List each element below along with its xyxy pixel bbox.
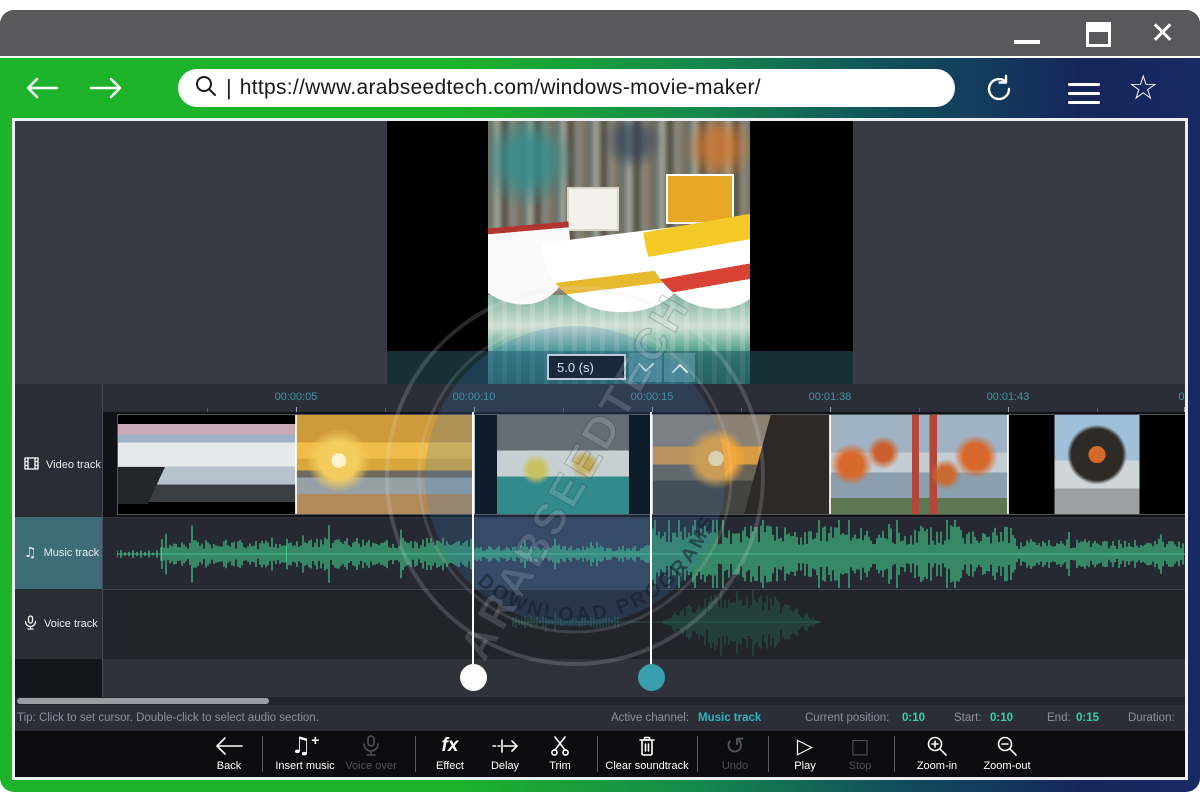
back-arrow-icon bbox=[185, 733, 273, 759]
start-value: 0:10 bbox=[990, 712, 1013, 724]
status-tip: Tip: Click to set cursor. Double-click t… bbox=[17, 712, 319, 724]
track-label-video[interactable]: Video track bbox=[15, 412, 103, 517]
forward-nav-icon[interactable] bbox=[88, 74, 124, 107]
zoom-out-icon bbox=[963, 733, 1051, 759]
back-nav-icon[interactable] bbox=[24, 74, 60, 107]
active-channel-label: Active channel: bbox=[611, 712, 689, 724]
music-note-icon: ♫ bbox=[24, 545, 37, 561]
ruler-timestamp: 00:01:38 bbox=[809, 391, 852, 403]
track-label-text: Video track bbox=[46, 459, 101, 471]
editor-toolbar: Back ♫+ Insert music Voice over bbox=[15, 731, 1185, 777]
maximize-icon[interactable] bbox=[1086, 22, 1111, 47]
ruler-timestamp: 00:01:43 bbox=[987, 391, 1030, 403]
playhead-line-start[interactable] bbox=[472, 412, 474, 664]
playhead-line-end[interactable] bbox=[650, 412, 652, 664]
microphone-icon bbox=[24, 615, 37, 634]
minimize-icon[interactable] bbox=[1014, 40, 1040, 44]
playhead-handle-start[interactable] bbox=[460, 664, 487, 691]
search-icon bbox=[194, 74, 218, 103]
bookmark-star-icon[interactable]: ☆ bbox=[1128, 68, 1158, 108]
preview-image-boats bbox=[488, 121, 750, 384]
duration-label: Duration: bbox=[1128, 712, 1175, 724]
back-button[interactable]: Back bbox=[185, 733, 273, 772]
voice-track-row[interactable] bbox=[103, 589, 1185, 659]
start-label: Start: bbox=[954, 712, 981, 724]
menu-icon[interactable] bbox=[1068, 77, 1100, 110]
duration-decrease-button[interactable] bbox=[629, 353, 662, 382]
duration-input[interactable] bbox=[547, 354, 626, 380]
preview-section bbox=[15, 121, 1185, 384]
clip-thumbnail-3[interactable] bbox=[474, 415, 652, 514]
url-cursor: | bbox=[226, 75, 232, 101]
end-value: 0:15 bbox=[1076, 712, 1099, 724]
ruler-timestamp: 00: bbox=[1178, 391, 1188, 403]
browser-toolbar: | https://www.arabseedtech.com/windows-m… bbox=[0, 60, 1200, 116]
playhead-handle-end[interactable] bbox=[638, 664, 665, 691]
clip-thumbnail-5[interactable] bbox=[830, 415, 1008, 514]
refresh-icon[interactable] bbox=[984, 74, 1014, 109]
clip-thumbnail-4[interactable] bbox=[652, 415, 830, 514]
duration-control-bar bbox=[387, 351, 853, 384]
timeline-ruler[interactable]: 00:00:05 00:00:10 00:00:15 00:01:38 00:0… bbox=[15, 384, 1185, 412]
current-position-value: 0:10 bbox=[902, 712, 925, 724]
track-label-text: Voice track bbox=[44, 618, 98, 630]
duration-increase-button[interactable] bbox=[664, 353, 695, 382]
film-icon bbox=[24, 457, 39, 473]
clip-thumbnail-1[interactable] bbox=[118, 415, 296, 514]
track-label-voice[interactable]: Voice track bbox=[15, 589, 103, 659]
status-bar: Tip: Click to set cursor. Double-click t… bbox=[15, 705, 1185, 731]
page-frame: 00:00:05 00:00:10 00:00:15 00:01:38 00:0… bbox=[0, 116, 1200, 792]
timeline-scrollbar-thumb[interactable] bbox=[17, 698, 269, 704]
end-label: End: bbox=[1047, 712, 1071, 724]
active-channel-value: Music track bbox=[698, 712, 761, 724]
track-label-text: Music track bbox=[44, 547, 100, 559]
movie-maker-app: 00:00:05 00:00:10 00:00:15 00:01:38 00:0… bbox=[12, 118, 1188, 780]
video-viewport bbox=[387, 121, 853, 384]
voice-over-button: Voice over bbox=[327, 733, 415, 772]
video-track-row[interactable] bbox=[103, 412, 1185, 517]
ruler-timestamp: 00:00:10 bbox=[453, 391, 496, 403]
window-titlebar: ✕ bbox=[0, 10, 1200, 58]
url-text[interactable]: https://www.arabseedtech.com/windows-mov… bbox=[240, 76, 761, 100]
stop-icon: □ bbox=[816, 733, 904, 759]
ruler-timestamp: 00:00:05 bbox=[275, 391, 318, 403]
browser-window: ✕ | https://www.arabseedtech.com/windows… bbox=[0, 10, 1200, 792]
stop-button: □ Stop bbox=[816, 733, 904, 772]
boat-cabin bbox=[567, 187, 619, 232]
current-position-label: Current position: bbox=[805, 712, 889, 724]
ruler-timestamp: 00:00:15 bbox=[631, 391, 674, 403]
track-label-music[interactable]: ♫ Music track bbox=[15, 517, 103, 589]
music-track-row[interactable] bbox=[103, 517, 1185, 589]
url-bar[interactable]: | https://www.arabseedtech.com/windows-m… bbox=[178, 69, 955, 107]
track-label-column: Video track ♫ Music track Voice track bbox=[15, 384, 103, 704]
clip-thumbnail-6[interactable] bbox=[1008, 415, 1186, 514]
close-icon[interactable]: ✕ bbox=[1150, 16, 1175, 51]
boat-cabin bbox=[666, 174, 734, 224]
zoom-out-button[interactable]: Zoom-out bbox=[963, 733, 1051, 772]
timeline-area bbox=[103, 412, 1185, 704]
microphone-icon bbox=[327, 733, 415, 759]
clip-thumbnail-2[interactable] bbox=[296, 415, 474, 514]
